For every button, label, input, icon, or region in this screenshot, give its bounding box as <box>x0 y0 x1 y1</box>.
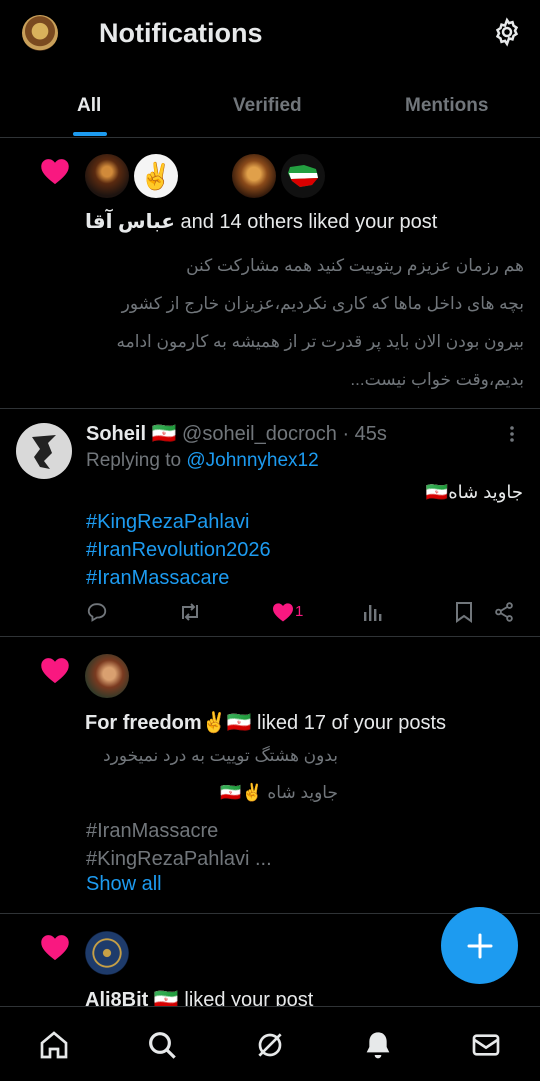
tab-bar: All Verified Mentions <box>0 80 540 138</box>
gear-icon[interactable] <box>492 17 522 47</box>
user-name[interactable]: عباس آقا <box>85 211 175 233</box>
notification-like-group[interactable]: ✌️ عباس آقا and 14 others liked your pos… <box>0 139 540 409</box>
retweet-icon[interactable] <box>178 601 202 623</box>
hashtag-link[interactable]: #IranMassacare <box>86 564 271 592</box>
like-count: 1 <box>295 603 304 620</box>
bell-icon[interactable] <box>362 1029 394 1061</box>
post-preview-line: بدون هشتگ توییت به درد نمیخورد <box>103 746 338 765</box>
timestamp: · 45s <box>342 423 387 445</box>
bottom-nav <box>0 1006 540 1081</box>
active-tab-indicator <box>73 132 107 136</box>
user-handle[interactable]: @soheil_docroch <box>182 423 337 445</box>
avatar[interactable] <box>183 154 227 198</box>
search-icon[interactable] <box>146 1029 178 1061</box>
notification-text: عباس آقا and 14 others liked your post <box>85 211 438 233</box>
hashtags: #KingRezaPahlavi #IranRevolution2026 #Ir… <box>86 508 271 592</box>
hashtag-link[interactable]: #KingRezaPahlavi <box>86 508 271 536</box>
tab-verified[interactable]: Verified <box>233 95 302 117</box>
iran-map-icon <box>288 165 318 187</box>
messages-icon[interactable] <box>470 1029 502 1061</box>
avatar[interactable] <box>85 654 129 698</box>
page-title: Notifications <box>99 18 263 48</box>
heart-icon <box>41 658 69 684</box>
tab-mentions[interactable]: Mentions <box>405 95 488 117</box>
views-icon[interactable] <box>362 602 382 622</box>
profile-avatar[interactable] <box>22 15 58 51</box>
post-preview-line: جاوید شاه ✌️🇮🇷 <box>220 783 338 802</box>
avatar[interactable] <box>85 931 129 975</box>
tweet-header: Soheil 🇮🇷 @soheil_docroch · 45s <box>86 421 387 446</box>
avatar[interactable] <box>16 423 72 479</box>
user-name[interactable]: Soheil 🇮🇷 <box>86 423 176 445</box>
mention-link[interactable]: @Johnnyhex12 <box>186 450 318 471</box>
user-name[interactable]: For freedom✌️🇮🇷 <box>85 712 251 734</box>
notification-text: For freedom✌️🇮🇷 liked 17 of your posts <box>85 712 447 734</box>
liker-avatars: ✌️ <box>85 154 330 198</box>
tweet-body: جاوید شاه🇮🇷 <box>425 482 523 502</box>
more-icon[interactable] <box>506 424 518 444</box>
heart-icon <box>41 935 69 961</box>
grok-icon[interactable] <box>254 1029 286 1061</box>
share-icon[interactable] <box>493 601 515 623</box>
reply-tweet[interactable]: Soheil 🇮🇷 @soheil_docroch · 45s Replying… <box>0 409 540 637</box>
reply-icon[interactable] <box>86 601 108 623</box>
avatar[interactable] <box>85 154 129 198</box>
notification-like-multiple[interactable]: For freedom✌️🇮🇷 liked 17 of your posts ب… <box>0 637 540 914</box>
liked-heart-icon[interactable] <box>272 602 294 622</box>
hashtag-link[interactable]: #IranRevolution2026 <box>86 536 271 564</box>
plus-icon <box>467 933 492 958</box>
top-bar: Notifications <box>0 0 540 70</box>
avatar[interactable] <box>281 154 325 198</box>
tab-all[interactable]: All <box>77 95 101 117</box>
replying-to: Replying to @Johnnyhex12 <box>86 450 319 471</box>
post-preview: هم رزمان عزیزم ریتوییت کنید همه مشارکت ک… <box>116 256 525 389</box>
avatar[interactable]: ✌️ <box>134 154 178 198</box>
avatar[interactable] <box>232 154 276 198</box>
compose-button[interactable] <box>441 907 518 984</box>
post-hashtags: #IranMassacre #KingRezaPahlavi ... <box>86 820 272 870</box>
figure-icon <box>32 435 56 469</box>
bookmark-icon[interactable] <box>455 601 473 623</box>
show-all-link[interactable]: Show all <box>86 873 162 896</box>
victory-hand-icon: ✌️ <box>139 160 173 191</box>
heart-icon <box>41 159 69 185</box>
home-icon[interactable] <box>38 1029 70 1061</box>
